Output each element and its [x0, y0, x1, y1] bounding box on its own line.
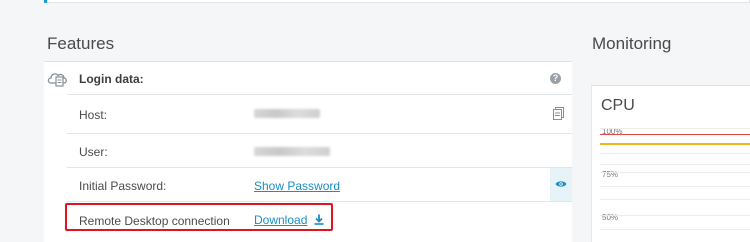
password-row: Initial Password: Show Password — [44, 168, 572, 202]
monitoring-title: Monitoring — [592, 34, 672, 53]
show-password-link[interactable]: Show Password — [254, 179, 340, 193]
login-data-heading: Login data: — [79, 72, 144, 86]
user-value-redacted — [254, 145, 330, 159]
features-title: Features — [47, 34, 115, 53]
server-cloud-icon — [46, 69, 68, 92]
host-row: Host: — [44, 95, 572, 134]
user-label: User: — [79, 145, 108, 159]
user-row: User: — [44, 134, 572, 168]
gridline — [600, 229, 750, 230]
host-label: Host: — [79, 108, 108, 122]
gridline — [600, 153, 750, 154]
gridline — [600, 164, 750, 165]
help-icon[interactable]: ? — [550, 73, 561, 84]
gridline-100 — [600, 128, 750, 129]
copy-icon[interactable] — [553, 107, 564, 125]
eye-icon — [555, 181, 567, 187]
top-panel — [44, 0, 750, 3]
cpu-title: CPU — [601, 97, 635, 114]
gridline — [600, 199, 750, 200]
gridline-50 — [600, 215, 750, 216]
cpu-series-red — [600, 134, 750, 135]
top-panel-accent — [44, 0, 47, 3]
gridline — [600, 186, 750, 187]
password-label: Initial Password: — [79, 179, 167, 193]
cpu-series-orange — [600, 143, 750, 145]
eye-icon-button[interactable] — [550, 168, 572, 201]
cpu-monitor-card: CPU 100% 75% 50% — [591, 85, 750, 242]
login-data-header: Login data: ? — [44, 62, 572, 95]
gridline-75 — [600, 172, 750, 173]
host-value-redacted — [254, 107, 320, 121]
highlight-box — [65, 203, 333, 231]
